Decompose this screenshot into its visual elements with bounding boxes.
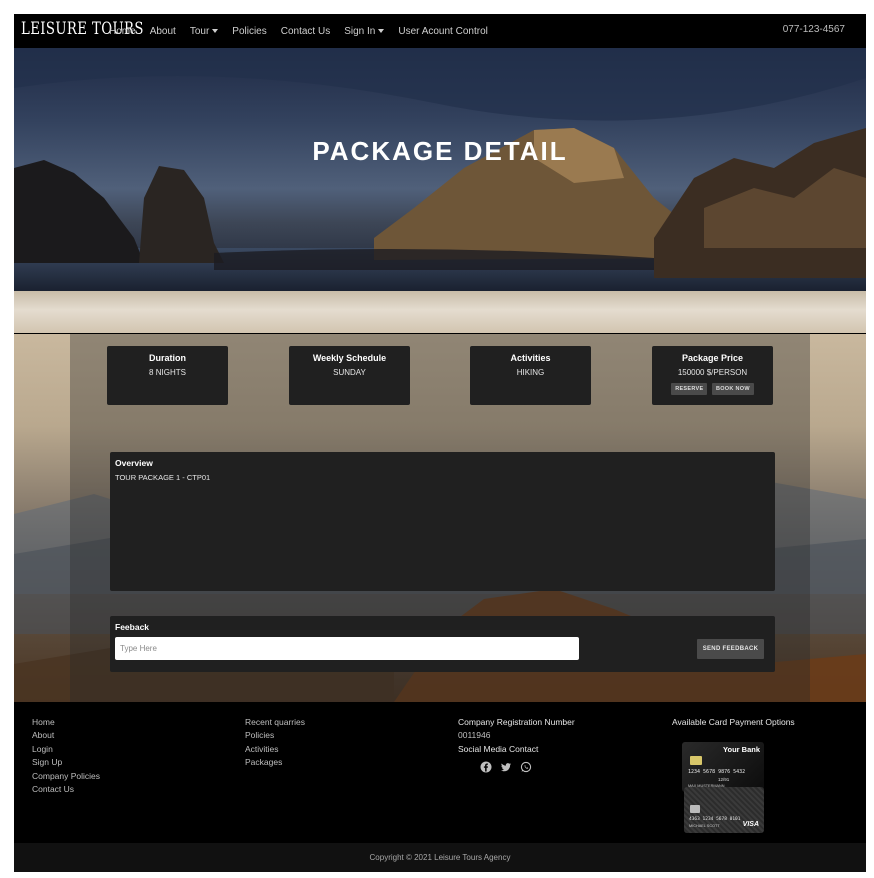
nav-user-account-control[interactable]: User Acount Control [398,26,488,37]
weekly-schedule-card: Weekly Schedule SUNDAY [289,346,410,405]
activities-value: HIKING [516,368,545,377]
footer-link-contact-us[interactable]: Contact Us [32,783,100,796]
facebook-icon[interactable] [480,760,492,778]
page-title: PACKAGE DETAIL [312,136,568,166]
nav-contact-us[interactable]: Contact Us [281,26,330,37]
nav-sign-in-label: Sign In [344,25,376,37]
footer-links-main: Home About Login Sign Up Company Policie… [32,716,100,796]
twitter-icon[interactable] [500,760,512,778]
registration-label: Company Registration Number [458,717,575,727]
payment-options-label: Available Card Payment Options [672,717,795,727]
duration-value: 8 NIGHTS [149,368,186,377]
footer-link-policies[interactable]: Policies [245,729,305,742]
send-feedback-button[interactable]: SEND FEEDBACK [697,639,764,659]
footer-link-company-policies[interactable]: Company Policies [32,770,100,783]
package-price-card: Package Price 150000 $/PERSON RESERVE BO… [652,346,773,405]
social-icons [480,760,575,778]
page-frame: LEISURE TOURS Home About Tour Policies C… [14,14,866,872]
nav-links: Home About Tour Policies Contact Us Sign… [109,14,502,48]
footer-link-sign-up[interactable]: Sign Up [32,756,100,769]
card-number: 1234 5678 9876 5432 [688,769,746,775]
card-valid-date: 12/91 [718,777,730,782]
hero-sky-strip [14,291,866,333]
nav-tour-dropdown[interactable]: Tour [189,25,219,37]
whatsapp-icon[interactable] [520,760,532,778]
footer-link-packages[interactable]: Packages [245,756,305,769]
registration-number: 0011946 [458,730,491,741]
footer-payment-info: Available Card Payment Options [672,716,795,729]
bank-card-image: Your Bank 1234 5678 9876 5432 12/91 MAX … [682,742,764,792]
duration-card: Duration 8 NIGHTS [107,346,228,405]
content-section: Duration 8 NIGHTS Weekly Schedule SUNDAY… [14,334,866,702]
visa-logo-icon: VISA [742,821,759,828]
book-now-button[interactable]: BOOK NOW [711,383,754,395]
navbar: LEISURE TOURS Home About Tour Policies C… [14,14,866,48]
package-price-label: Package Price [681,353,744,363]
visa-card-image: 4363 1234 5678 0101 MICHAEL SCOTT VISA [684,787,764,833]
phone-number: 077-123-4567 [782,24,845,35]
copyright-text: Copyright © 2021 Leisure Tours Agency [14,843,866,872]
card-number: 4363 1234 5678 0101 [689,817,741,822]
footer-link-about[interactable]: About [32,729,100,742]
footer-company-info: Company Registration Number 0011946 Soci… [458,716,575,778]
nav-tour-label: Tour [189,25,210,37]
card-bank-name: Your Bank [723,745,760,754]
caret-down-icon [212,28,219,33]
card-chip-icon [690,805,700,813]
feedback-box: Feeback SEND FEEDBACK [110,616,775,672]
reserve-button[interactable]: RESERVE [671,383,708,395]
card-chip-icon [690,756,702,765]
weekly-schedule-value: SUNDAY [333,368,366,377]
social-media-label: Social Media Contact [458,743,539,754]
nav-home[interactable]: Home [109,26,136,37]
card-holder-name: MICHAEL SCOTT [689,824,720,828]
duration-label: Duration [149,353,186,363]
footer-links-secondary: Recent quarries Policies Activities Pack… [245,716,305,770]
weekly-schedule-label: Weekly Schedule [312,353,387,363]
nav-about[interactable]: About [150,26,176,37]
nav-sign-in-dropdown[interactable]: Sign In [344,25,385,37]
feedback-input[interactable] [115,637,579,660]
nav-policies[interactable]: Policies [232,26,266,37]
activities-label: Activities [510,353,551,363]
feedback-title: Feeback [115,622,150,632]
package-price-value: 150000 $/PERSON [677,368,748,377]
overview-text: TOUR PACKAGE 1 - CTP01 [115,473,211,482]
footer-link-activities[interactable]: Activities [245,743,305,756]
footer-link-recent-quarries[interactable]: Recent quarries [245,716,305,729]
hero-landscape-image [14,48,866,291]
overview-box: Overview TOUR PACKAGE 1 - CTP01 [110,452,775,591]
caret-down-icon [378,28,385,33]
activities-card: Activities HIKING [470,346,591,405]
footer-link-home[interactable]: Home [32,716,100,729]
hero-banner: PACKAGE DETAIL [14,48,866,291]
overview-title: Overview [115,458,153,468]
footer-link-login[interactable]: Login [32,743,100,756]
